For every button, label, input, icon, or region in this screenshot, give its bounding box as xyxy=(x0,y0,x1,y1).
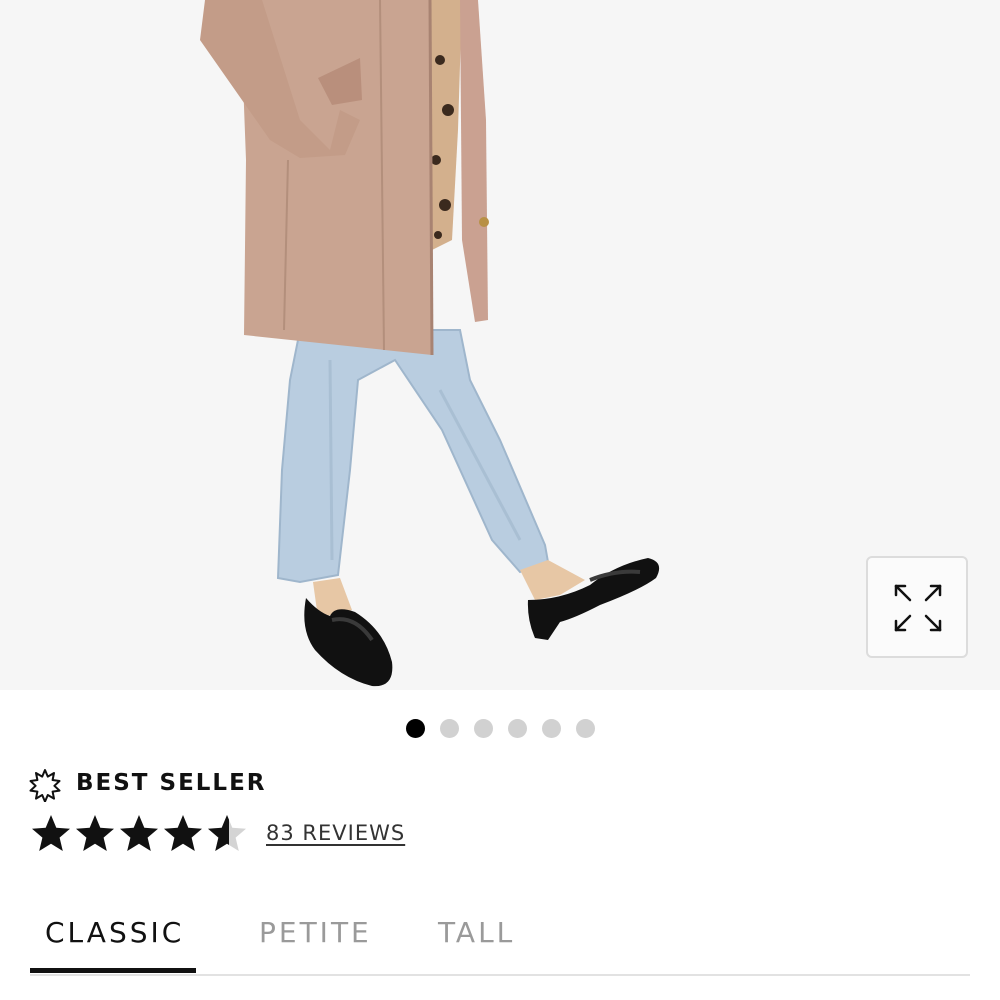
carousel-dot-3[interactable] xyxy=(474,719,493,738)
carousel-dot-4[interactable] xyxy=(508,719,527,738)
star-icon-3 xyxy=(120,815,158,851)
starburst-badge-icon xyxy=(29,769,61,802)
size-tabs: CLASSIC PETITE TALL xyxy=(0,900,1000,980)
carousel-dot-6[interactable] xyxy=(576,719,595,738)
reviews-link[interactable]: 83 REVIEWS xyxy=(266,821,405,845)
carousel-dot-2[interactable] xyxy=(440,719,459,738)
product-page: BEST SELLER 83 REVIEWS CLASSIC PETITE TA… xyxy=(0,0,1000,1000)
half-star-icon xyxy=(208,815,246,851)
tabs-divider xyxy=(30,974,970,976)
carousel-dot-5[interactable] xyxy=(542,719,561,738)
carousel-dots xyxy=(0,718,1000,740)
rating-stars xyxy=(32,815,246,851)
tab-tall[interactable]: TALL xyxy=(438,916,515,949)
product-image[interactable] xyxy=(0,0,1000,690)
best-seller-label: BEST SELLER xyxy=(76,770,267,796)
carousel-dot-1[interactable] xyxy=(406,719,425,738)
star-icon-2 xyxy=(76,815,114,851)
star-icon-1 xyxy=(32,815,70,851)
tab-classic[interactable]: CLASSIC xyxy=(45,916,184,949)
expand-image-button[interactable] xyxy=(866,556,968,658)
active-tab-indicator xyxy=(30,968,196,973)
tab-petite[interactable]: PETITE xyxy=(259,916,372,949)
model-photo xyxy=(200,0,660,687)
star-icon-4 xyxy=(164,815,202,851)
expand-arrows-icon xyxy=(894,584,942,632)
